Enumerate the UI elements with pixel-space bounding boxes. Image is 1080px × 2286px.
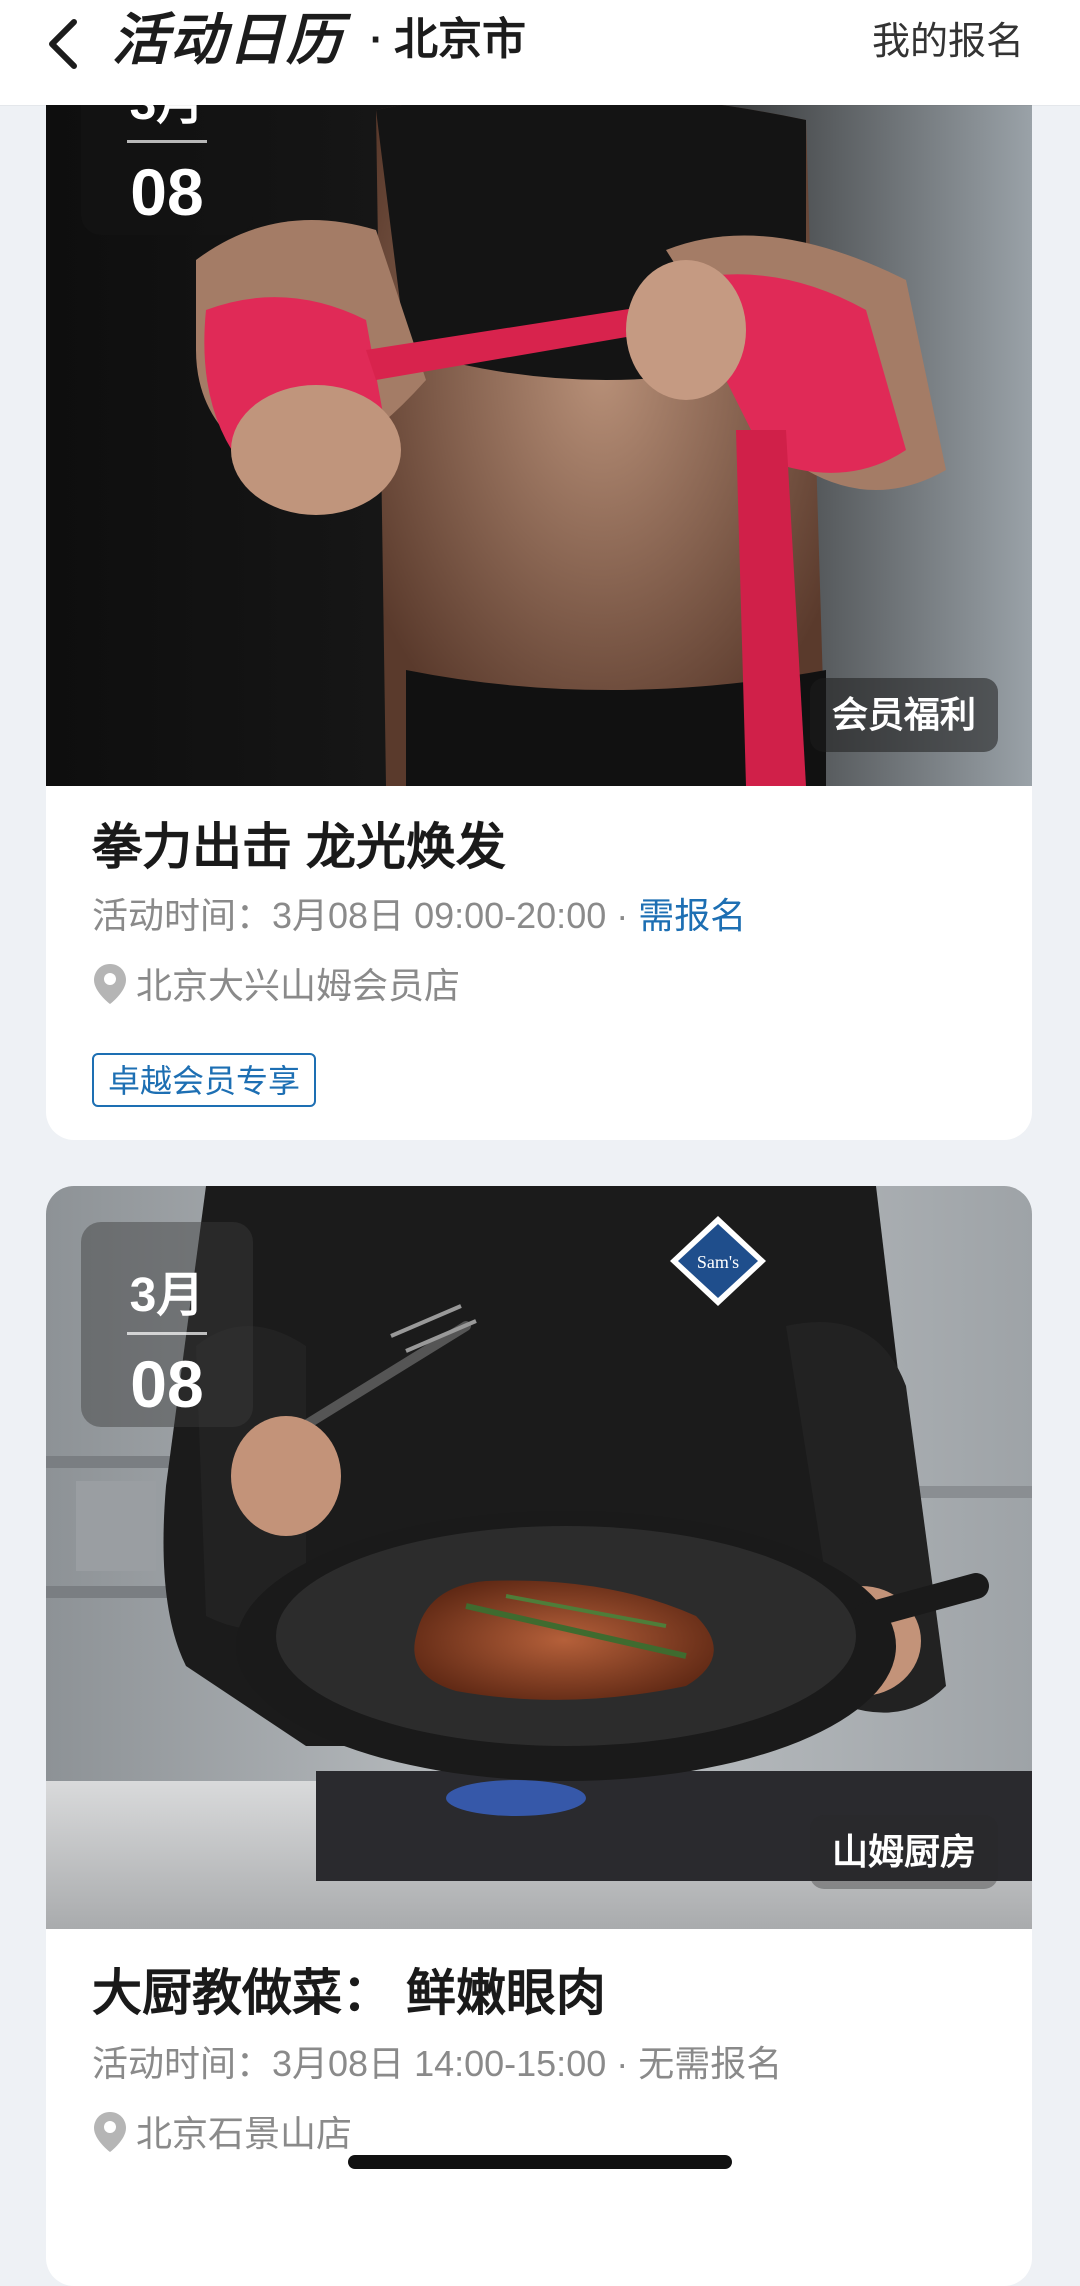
date-month: 3月 <box>129 1269 205 1322</box>
date-badge: 3月 08 <box>81 1222 253 1427</box>
event-image-cooking: Sam's 3月 08 山姆厨房 <box>46 1186 1032 1929</box>
back-arrow-icon <box>49 19 77 69</box>
title-separator: · <box>370 18 384 62</box>
home-indicator[interactable] <box>348 2155 732 2169</box>
signup-required-status: 需报名 <box>638 895 747 936</box>
event-time-label: 活动时间：3月08日 09:00-20:00 · <box>92 895 639 936</box>
event-card-boxing[interactable]: 3月 08 会员福利 拳力出击 龙光焕发 活动时间：3月08日 09:00-20… <box>46 50 1032 1140</box>
event-location-text: 北京大兴山姆会员店 <box>136 965 461 1006</box>
signup-not-required-status: 无需报名 <box>638 2043 783 2084</box>
event-location: 北京大兴山姆会员店 <box>92 961 460 1011</box>
category-tag: 会员福利 <box>809 678 998 752</box>
event-time: 活动时间：3月08日 09:00-20:00 · 需报名 <box>92 891 746 941</box>
category-tag: 山姆厨房 <box>809 1815 998 1889</box>
city-selector[interactable]: 北京市 <box>394 2 526 78</box>
page-title: 活动日历 <box>112 8 344 71</box>
event-time: 活动时间：3月08日 14:00-15:00 · 无需报名 <box>92 2039 782 2089</box>
my-signup-link[interactable]: 我的报名 <box>872 14 1024 70</box>
event-location: 北京石景山店 <box>92 2109 352 2159</box>
date-divider <box>127 140 207 143</box>
event-image-boxing: 3月 08 会员福利 <box>46 50 1032 786</box>
event-title: 拳力出击 龙光焕发 <box>92 819 506 875</box>
location-pin-icon <box>94 964 126 1004</box>
date-day: 08 <box>130 1347 204 1421</box>
sams-club-logo-text: Sam's <box>697 1252 739 1272</box>
event-title: 大厨教做菜： 鲜嫩眼肉 <box>92 1965 606 2021</box>
member-exclusive-tag: 卓越会员专享 <box>92 1053 317 1107</box>
top-nav-bar: 活动日历 · 北京市 我的报名 <box>0 0 1080 105</box>
location-pin-icon <box>94 2112 126 2152</box>
date-divider <box>127 1332 207 1335</box>
event-card-cooking[interactable]: Sam's 3月 08 山姆厨房 大厨教做菜： 鲜嫩眼肉 活动时间：3月08日 … <box>46 1186 1032 2286</box>
event-time-label: 活动时间：3月08日 14:00-15:00 · <box>92 2043 639 2084</box>
event-location-text: 北京石景山店 <box>136 2113 353 2154</box>
back-button[interactable] <box>40 14 90 70</box>
date-day: 08 <box>130 155 204 229</box>
